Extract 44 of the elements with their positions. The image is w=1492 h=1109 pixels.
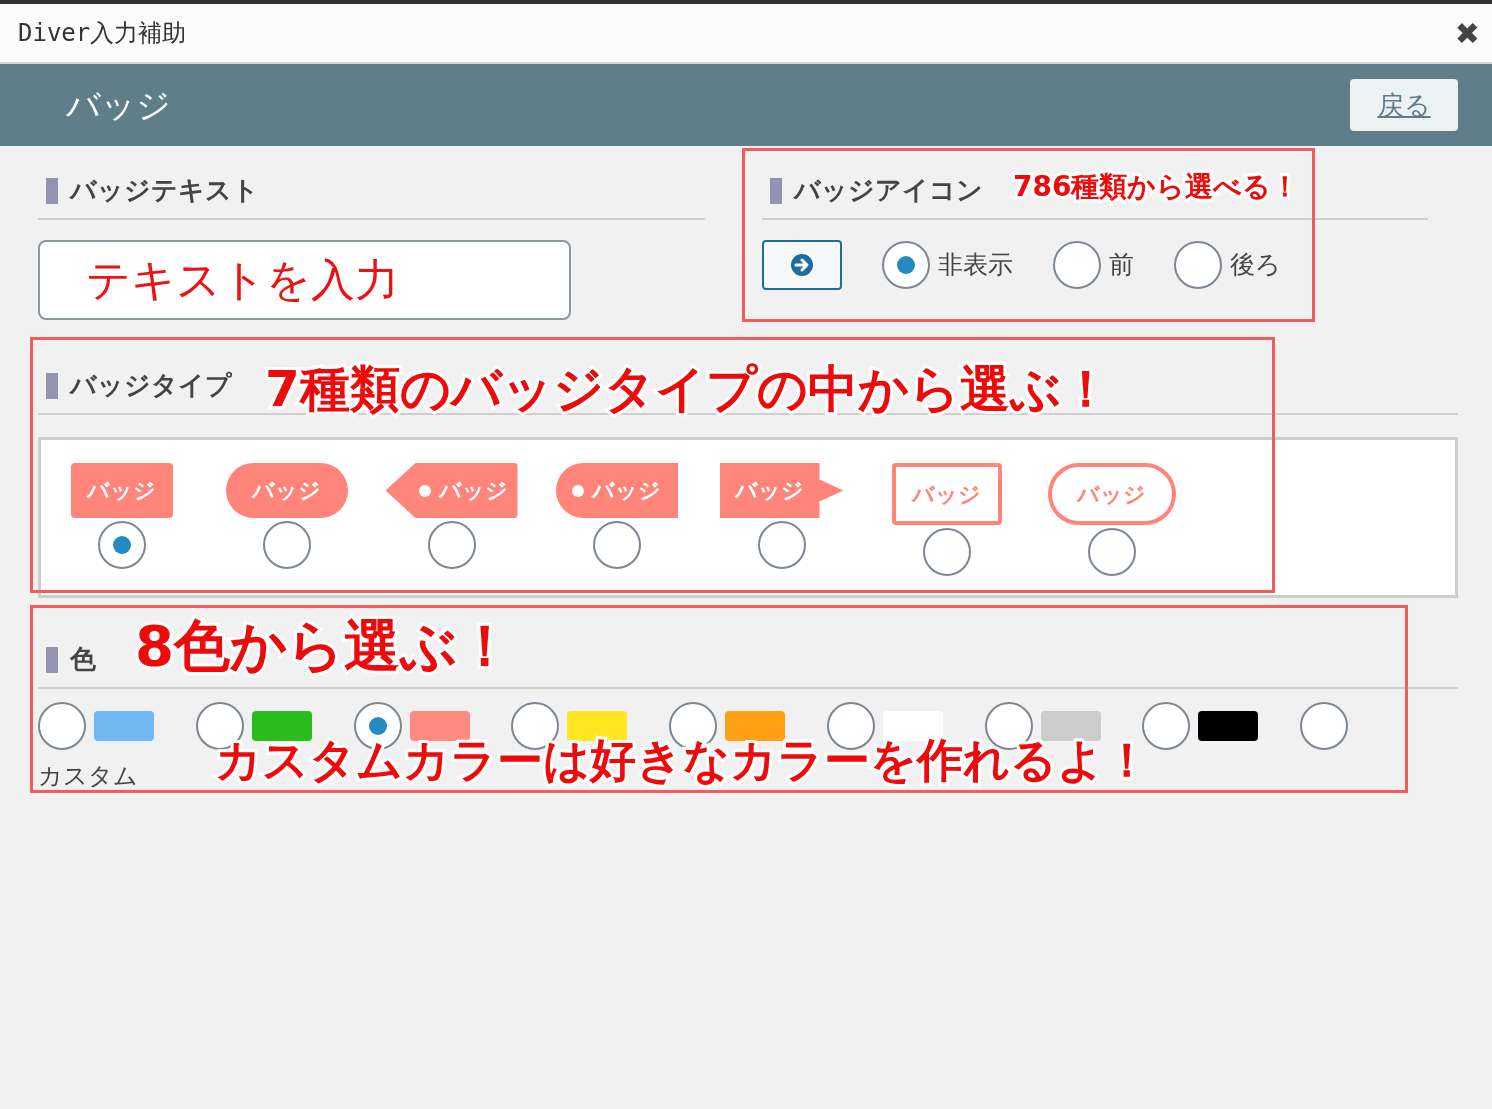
radio-button[interactable] xyxy=(1087,528,1136,576)
heading-marker xyxy=(46,646,58,673)
radio-button[interactable] xyxy=(1300,702,1349,750)
annotation-text: 8色から選ぶ！ xyxy=(135,612,513,680)
radio-button[interactable] xyxy=(1174,241,1222,289)
radio-button[interactable] xyxy=(922,528,971,576)
radio-button[interactable] xyxy=(1053,241,1101,289)
icon-picker-button[interactable] xyxy=(762,240,842,290)
heading-marker xyxy=(46,177,58,204)
radio-button[interactable] xyxy=(826,702,875,750)
radio-button[interactable] xyxy=(592,521,641,569)
badge-sample: バッジ xyxy=(385,463,518,518)
section-heading: バッジアイコン xyxy=(794,174,983,207)
radio-button[interactable] xyxy=(38,702,86,750)
close-button[interactable]: ✖ xyxy=(1454,10,1480,56)
radio-button[interactable] xyxy=(757,521,806,569)
back-button[interactable]: 戻る xyxy=(1350,79,1458,131)
radio-button[interactable] xyxy=(427,521,476,569)
annotation-text: 7種類のバッジタイプの中から選ぶ！ xyxy=(265,359,1111,420)
badge-sample: バッジ xyxy=(70,463,173,518)
radio-button[interactable] xyxy=(97,521,146,569)
badge-sample: バッジ xyxy=(719,463,844,518)
badge-sample: バッジ xyxy=(225,463,348,518)
section-heading: 色 xyxy=(70,643,96,676)
section-heading: バッジテキスト xyxy=(70,174,259,207)
radio-label: 後ろ xyxy=(1230,249,1281,282)
window-title: Diver入力補助 xyxy=(18,18,187,49)
arrow-right-circle-icon xyxy=(790,253,814,277)
radio-button[interactable] xyxy=(262,521,311,569)
annotation-text: カスタムカラーは好きなカラーを作れるよ！ xyxy=(215,732,1150,789)
section-heading: バッジタイプ xyxy=(70,369,232,402)
radio-button[interactable] xyxy=(882,241,930,289)
badge-sample: バッジ xyxy=(1047,463,1176,525)
annotation-text: 786種類から選べる！ xyxy=(1013,169,1300,205)
heading-marker xyxy=(770,177,782,204)
radio-label: 非表示 xyxy=(938,249,1013,282)
radio-button[interactable] xyxy=(1142,702,1191,750)
text-input-field[interactable]: テキストを入力 xyxy=(38,240,571,320)
page-title: バッジ xyxy=(66,83,171,127)
badge-sample: バッジ xyxy=(555,463,678,518)
badge-sample: バッジ xyxy=(891,463,1002,525)
custom-label: カスタム xyxy=(38,761,138,792)
radio-label: 前 xyxy=(1109,249,1134,282)
heading-marker xyxy=(46,372,58,399)
